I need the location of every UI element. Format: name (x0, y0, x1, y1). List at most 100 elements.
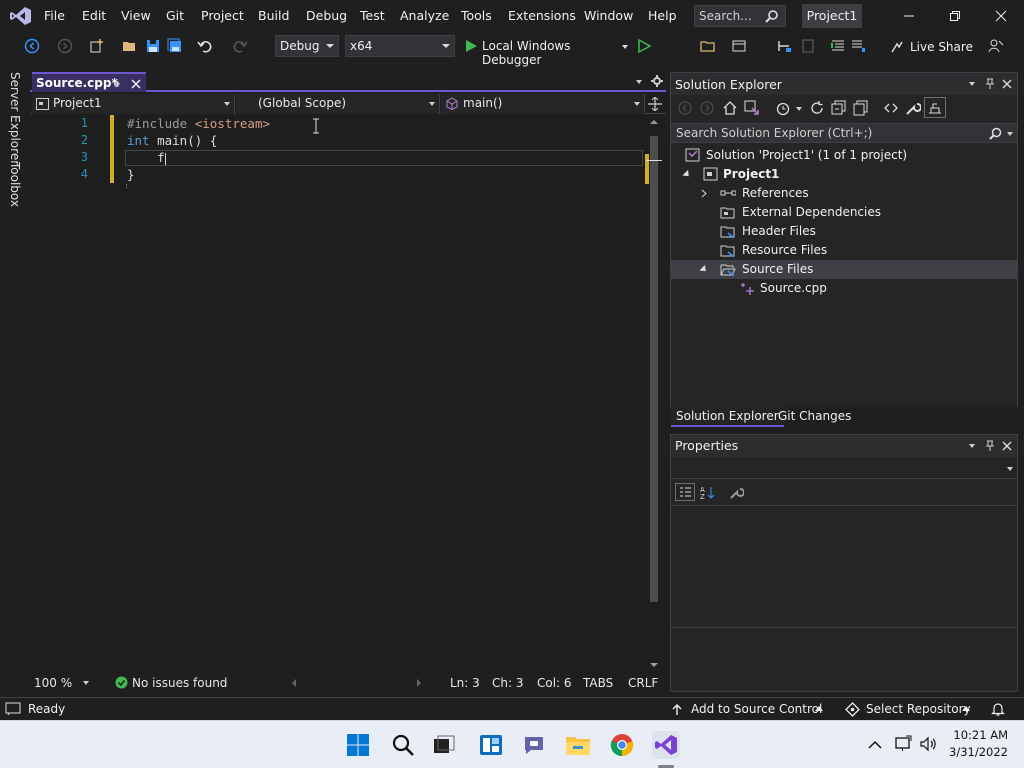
solution-platform-select[interactable]: x64 (345, 35, 455, 57)
issues-status[interactable]: No issues found (132, 676, 227, 690)
menu-tools[interactable]: Tools (461, 8, 492, 23)
tree-item-source-files[interactable]: Source Files (671, 260, 1017, 279)
close-tab-icon[interactable] (131, 79, 141, 89)
search-input[interactable]: Search... (694, 5, 786, 27)
menu-extensions[interactable]: Extensions (508, 8, 576, 23)
menu-test[interactable]: Test (360, 8, 385, 23)
task-view-button[interactable] (430, 731, 458, 759)
menu-debug[interactable]: Debug (306, 8, 347, 23)
notifications-bell-icon[interactable] (991, 701, 1005, 717)
layout-icon[interactable] (731, 38, 747, 54)
live-share-button[interactable]: Live Share (888, 37, 978, 57)
menu-analyze[interactable]: Analyze (400, 8, 449, 23)
menu-git[interactable]: Git (166, 8, 184, 23)
visual-studio-taskbar-button[interactable] (652, 731, 680, 759)
wrench-icon[interactable] (905, 100, 921, 116)
chevron-up-icon[interactable] (868, 740, 882, 749)
view-code-icon[interactable] (883, 100, 899, 116)
start-debugging-button[interactable]: Local Windows Debugger (462, 35, 632, 67)
menu-window[interactable]: Window (584, 8, 633, 23)
gear-icon[interactable] (651, 75, 663, 87)
home-icon[interactable] (722, 100, 738, 116)
tree-item-solution[interactable]: Solution 'Project1' (1 of 1 project) (671, 146, 1017, 165)
back-icon[interactable] (678, 101, 692, 115)
tree-item-project[interactable]: Project1 (671, 165, 1017, 184)
taskbar-clock[interactable]: 10:21 AM 3/31/2022 (949, 727, 1008, 761)
toolbox-tab[interactable]: Toolbox (8, 162, 22, 207)
menu-file[interactable]: File (44, 8, 65, 23)
solution-configuration-select[interactable]: Debug (275, 35, 339, 57)
code-line-4[interactable]: } (127, 167, 135, 182)
redo-icon[interactable] (232, 38, 248, 54)
split-editor-icon[interactable] (648, 97, 662, 111)
project-scope-select[interactable]: Project1 (32, 94, 235, 114)
window-position-dropdown-icon[interactable] (969, 82, 975, 86)
comment-lines-icon[interactable] (830, 38, 846, 54)
categorized-view-button[interactable] (675, 483, 695, 501)
code-line-3[interactable]: f (127, 150, 165, 165)
tab-git-changes[interactable]: Git Changes (773, 407, 856, 427)
navigate-back-icon[interactable] (24, 38, 40, 54)
start-button[interactable] (344, 731, 372, 759)
taskbar-search-button[interactable] (389, 731, 417, 759)
code-editor[interactable]: 1 2 3 4 #include <iostream> int main() {… (30, 114, 644, 674)
code-line-1[interactable]: #include <iostream> (127, 116, 270, 131)
navigate-forward-icon[interactable] (57, 38, 73, 54)
new-project-icon[interactable] (89, 38, 105, 54)
add-to-source-control-button[interactable]: Add to Source Control (691, 702, 822, 716)
vertical-scrollbar[interactable] (644, 114, 664, 674)
uncomment-lines-icon[interactable] (850, 38, 866, 54)
preview-selected-items-button[interactable] (924, 97, 946, 118)
tabs-indicator[interactable]: TABS (583, 676, 613, 690)
bookmark-icon[interactable] (800, 38, 816, 54)
window-position-dropdown-icon[interactable] (969, 444, 975, 448)
menu-edit[interactable]: Edit (82, 8, 106, 23)
menu-build[interactable]: Build (258, 8, 289, 23)
line-ending-indicator[interactable]: CRLF (628, 676, 658, 690)
save-icon[interactable] (145, 38, 161, 54)
tree-item-resource-files[interactable]: Resource Files (671, 241, 1017, 260)
show-all-files-icon[interactable] (853, 100, 869, 116)
tree-item-source-cpp[interactable]: Source.cpp (671, 279, 1017, 298)
switch-views-icon[interactable] (744, 100, 760, 116)
alphabetical-sort-icon[interactable]: AZ (700, 485, 716, 500)
file-explorer-button[interactable] (564, 731, 592, 759)
minimize-button[interactable] (886, 0, 932, 32)
tree-item-external-dependencies[interactable]: External Dependencies (671, 203, 1017, 222)
menu-help[interactable]: Help (648, 8, 677, 23)
pin-icon[interactable] (985, 78, 995, 90)
expanded-arrow-icon[interactable] (682, 169, 692, 180)
collapsed-arrow-icon[interactable] (701, 189, 707, 198)
start-without-debugging-icon[interactable] (636, 38, 652, 54)
restore-button[interactable] (932, 0, 978, 32)
tree-item-header-files[interactable]: Header Files (671, 222, 1017, 241)
chevron-up-icon[interactable] (962, 706, 970, 711)
scroll-down-icon[interactable] (650, 663, 658, 667)
refresh-icon[interactable] (809, 100, 825, 116)
zoom-level[interactable]: 100 % (34, 676, 72, 690)
pin-icon[interactable] (985, 440, 995, 452)
visual-studio-logo-icon[interactable] (10, 6, 32, 26)
zoom-dropdown-icon[interactable] (83, 681, 89, 685)
collapse-all-icon[interactable] (831, 100, 847, 116)
teams-chat-button[interactable] (520, 731, 548, 759)
scrollbar-thumb[interactable] (650, 136, 658, 602)
forward-icon[interactable] (700, 101, 714, 115)
scroll-left-icon[interactable] (292, 679, 296, 687)
search-options-dropdown-icon[interactable] (1007, 132, 1013, 136)
member-select[interactable]: main() (441, 94, 645, 114)
browse-folder-icon[interactable] (700, 38, 716, 54)
close-icon[interactable] (1002, 441, 1012, 451)
feedback-icon[interactable] (988, 38, 1004, 54)
tab-list-dropdown-icon[interactable] (636, 80, 642, 84)
select-repository-button[interactable]: Select Repository (866, 702, 971, 716)
scroll-right-icon[interactable] (417, 679, 421, 687)
close-window-button[interactable] (978, 0, 1024, 32)
pin-icon[interactable] (112, 79, 122, 89)
menu-view[interactable]: View (121, 8, 151, 23)
chrome-button[interactable] (608, 731, 636, 759)
code-line-2[interactable]: int main() { (127, 133, 217, 148)
scroll-up-icon[interactable] (650, 120, 658, 124)
tab-solution-explorer[interactable]: Solution Explorer (671, 407, 784, 427)
history-dropdown-icon[interactable] (796, 107, 802, 111)
